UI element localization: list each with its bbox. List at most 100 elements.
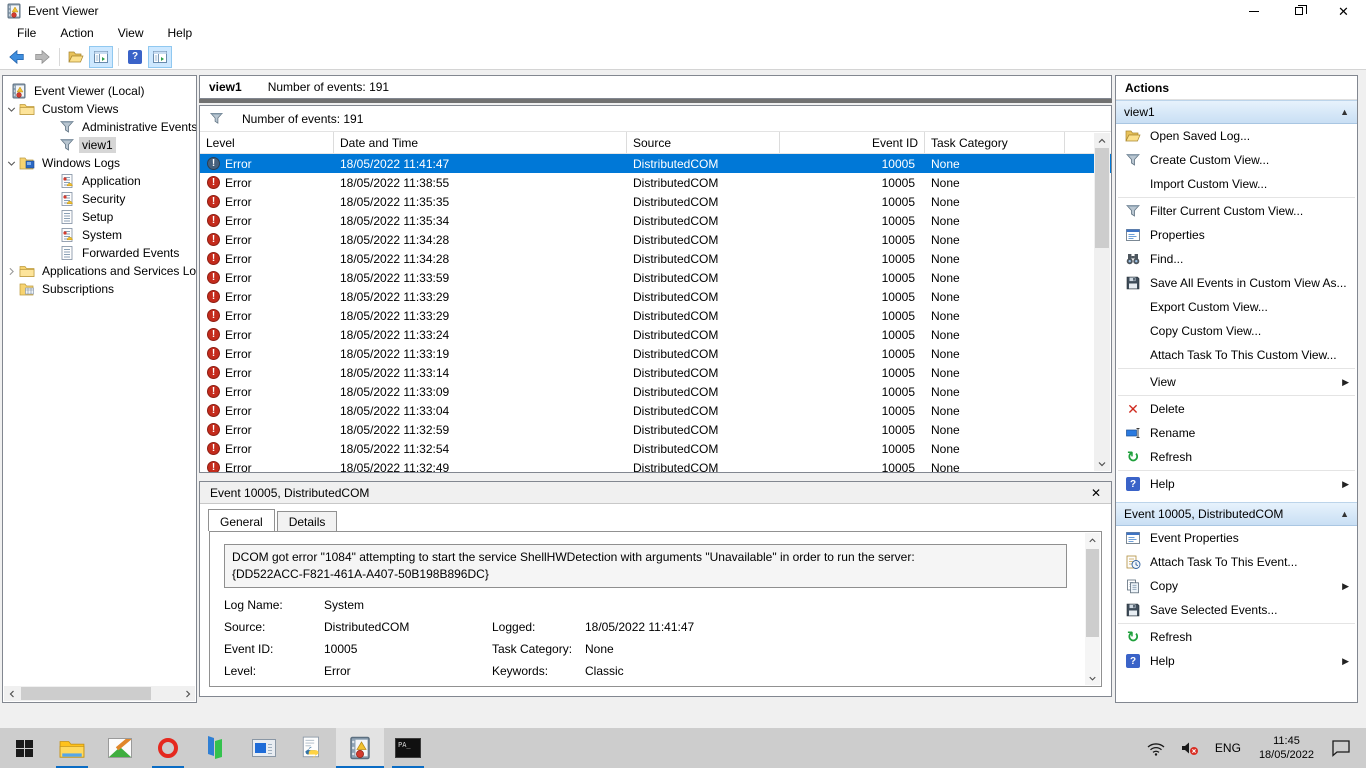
- table-row[interactable]: !Error 18/05/2022 11:34:28 DistributedCO…: [200, 230, 1111, 249]
- wifi-icon[interactable]: [1146, 740, 1166, 756]
- forward-button[interactable]: [30, 46, 54, 68]
- taskbar-green-app[interactable]: [192, 728, 240, 768]
- action-find[interactable]: Find...: [1116, 247, 1357, 271]
- back-button[interactable]: [5, 46, 29, 68]
- table-row[interactable]: !Error 18/05/2022 11:35:35 DistributedCO…: [200, 192, 1111, 211]
- table-row[interactable]: !Error 18/05/2022 11:32:59 DistributedCO…: [200, 420, 1111, 439]
- action-properties[interactable]: Properties: [1116, 223, 1357, 247]
- action-refresh[interactable]: ↻Refresh: [1116, 445, 1357, 469]
- table-row[interactable]: !Error 18/05/2022 11:33:09 DistributedCO…: [200, 382, 1111, 401]
- tab-general[interactable]: General: [208, 509, 275, 531]
- scrollbar-thumb[interactable]: [1086, 549, 1099, 637]
- action-save-all-events-in-custom-view-as[interactable]: Save All Events in Custom View As...: [1116, 271, 1357, 295]
- table-row[interactable]: !Error 18/05/2022 11:33:59 DistributedCO…: [200, 268, 1111, 287]
- action-copy[interactable]: Copy▶: [1116, 574, 1357, 598]
- scroll-up-icon[interactable]: [1087, 533, 1098, 547]
- action-help[interactable]: ?Help▶: [1116, 649, 1357, 673]
- volume-muted-icon[interactable]: [1180, 740, 1200, 756]
- taskbar-remote-window-app[interactable]: [240, 728, 288, 768]
- collapse-icon[interactable]: ▲: [1340, 107, 1349, 117]
- help-button[interactable]: ?: [123, 46, 147, 68]
- action-create-custom-view[interactable]: Create Custom View...: [1116, 148, 1357, 172]
- detail-close-button[interactable]: ✕: [1091, 486, 1101, 500]
- scroll-down-icon[interactable]: [1087, 671, 1098, 685]
- column-header-level[interactable]: Level: [200, 132, 334, 153]
- tree-item-windows-logs[interactable]: Windows Logs: [3, 154, 196, 172]
- collapse-icon[interactable]: ▲: [1340, 509, 1349, 519]
- table-row[interactable]: !Error 18/05/2022 11:32:49 DistributedCO…: [200, 458, 1111, 472]
- taskbar-terminal[interactable]: PA_: [384, 728, 432, 768]
- tree-item-custom-views[interactable]: Custom Views: [3, 100, 196, 118]
- tab-details[interactable]: Details: [277, 511, 338, 533]
- taskbar-event-viewer[interactable]: [336, 728, 384, 768]
- table-row[interactable]: !Error 18/05/2022 11:38:55 DistributedCO…: [200, 173, 1111, 192]
- tree-item-administrative-events[interactable]: Administrative Events: [3, 118, 196, 136]
- action-refresh[interactable]: ↻Refresh: [1116, 625, 1357, 649]
- taskbar-opera[interactable]: [144, 728, 192, 768]
- menu-help[interactable]: Help: [159, 24, 202, 42]
- action-view[interactable]: View▶: [1116, 370, 1357, 394]
- restore-button[interactable]: [1276, 0, 1321, 22]
- action-save-selected-events[interactable]: Save Selected Events...: [1116, 598, 1357, 622]
- chevron-right-icon[interactable]: [3, 265, 19, 278]
- action-copy-custom-view[interactable]: Copy Custom View...: [1116, 319, 1357, 343]
- action-center-icon[interactable]: [1331, 739, 1351, 757]
- action-attach-task-to-this-custom-view[interactable]: Attach Task To This Custom View...: [1116, 343, 1357, 367]
- show-console-tree-button[interactable]: [89, 46, 113, 68]
- open-saved-log-button[interactable]: [64, 46, 88, 68]
- table-row[interactable]: !Error 18/05/2022 11:41:47 DistributedCO…: [200, 154, 1111, 173]
- tree-item-system[interactable]: System: [3, 226, 196, 244]
- table-row[interactable]: !Error 18/05/2022 11:33:29 DistributedCO…: [200, 287, 1111, 306]
- action-rename[interactable]: Rename: [1116, 421, 1357, 445]
- actions-group-event[interactable]: Event 10005, DistributedCOM ▲: [1116, 502, 1357, 526]
- chevron-down-icon[interactable]: [3, 103, 19, 116]
- scroll-up-icon[interactable]: [1094, 133, 1110, 148]
- column-header-source[interactable]: Source: [627, 132, 780, 153]
- action-import-custom-view[interactable]: Import Custom View...: [1116, 172, 1357, 196]
- minimize-button[interactable]: [1231, 0, 1276, 22]
- column-header-task[interactable]: Task Category: [925, 132, 1065, 153]
- column-header-eventid[interactable]: Event ID: [780, 132, 925, 153]
- scrollbar-thumb[interactable]: [1095, 148, 1109, 248]
- tree-item-event-viewer-local[interactable]: Event Viewer (Local): [3, 82, 196, 100]
- table-row[interactable]: !Error 18/05/2022 11:32:54 DistributedCO…: [200, 439, 1111, 458]
- tree-item-setup[interactable]: Setup: [3, 208, 196, 226]
- table-row[interactable]: !Error 18/05/2022 11:33:19 DistributedCO…: [200, 344, 1111, 363]
- chevron-down-icon[interactable]: [3, 157, 19, 170]
- menu-action[interactable]: Action: [51, 24, 102, 42]
- clock[interactable]: 11:45 18/05/2022: [1259, 734, 1314, 762]
- table-row[interactable]: !Error 18/05/2022 11:33:29 DistributedCO…: [200, 306, 1111, 325]
- show-action-pane-button[interactable]: [148, 46, 172, 68]
- table-row[interactable]: !Error 18/05/2022 11:33:14 DistributedCO…: [200, 363, 1111, 382]
- tree-item-forwarded-events[interactable]: Forwarded Events: [3, 244, 196, 262]
- start-button[interactable]: [0, 728, 48, 768]
- taskbar-file-explorer[interactable]: [48, 728, 96, 768]
- scroll-down-icon[interactable]: [1094, 456, 1110, 471]
- scroll-right-icon[interactable]: [180, 686, 195, 701]
- scrollbar-thumb[interactable]: [21, 687, 151, 700]
- action-export-custom-view[interactable]: Export Custom View...: [1116, 295, 1357, 319]
- column-header-date[interactable]: Date and Time: [334, 132, 627, 153]
- tree-item-applications-and-services-lo[interactable]: Applications and Services Lo: [3, 262, 196, 280]
- taskbar-python-file[interactable]: [288, 728, 336, 768]
- action-attach-task-to-this-event[interactable]: Attach Task To This Event...: [1116, 550, 1357, 574]
- actions-group-view1[interactable]: view1 ▲: [1116, 100, 1357, 124]
- event-description[interactable]: DCOM got error "1084" attempting to star…: [224, 544, 1067, 588]
- action-event-properties[interactable]: Event Properties: [1116, 526, 1357, 550]
- tree-item-subscriptions[interactable]: Subscriptions: [3, 280, 196, 298]
- tree-item-view1[interactable]: view1: [3, 136, 196, 154]
- action-help[interactable]: ?Help▶: [1116, 472, 1357, 496]
- tree-horizontal-scrollbar[interactable]: [4, 686, 195, 701]
- action-open-saved-log[interactable]: Open Saved Log...: [1116, 124, 1357, 148]
- action-filter-current-custom-view[interactable]: Filter Current Custom View...: [1116, 199, 1357, 223]
- table-row[interactable]: !Error 18/05/2022 11:33:24 DistributedCO…: [200, 325, 1111, 344]
- language-indicator[interactable]: ENG: [1215, 741, 1241, 755]
- table-row[interactable]: !Error 18/05/2022 11:35:34 DistributedCO…: [200, 211, 1111, 230]
- menu-view[interactable]: View: [109, 24, 153, 42]
- scroll-left-icon[interactable]: [4, 686, 19, 701]
- taskbar-image-editor[interactable]: [96, 728, 144, 768]
- table-row[interactable]: !Error 18/05/2022 11:34:28 DistributedCO…: [200, 249, 1111, 268]
- action-delete[interactable]: ✕Delete: [1116, 397, 1357, 421]
- table-vertical-scrollbar[interactable]: [1094, 133, 1110, 471]
- table-row[interactable]: !Error 18/05/2022 11:33:04 DistributedCO…: [200, 401, 1111, 420]
